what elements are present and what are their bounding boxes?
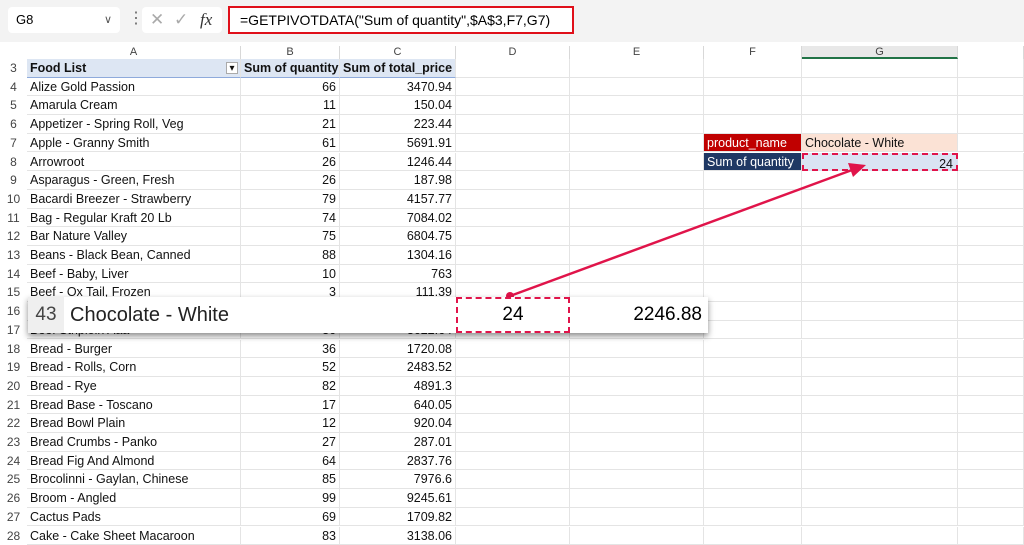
arrow-head-icon [848, 163, 866, 177]
callout-price: 2246.88 [633, 297, 702, 333]
callout-row-number: 43 [28, 297, 64, 333]
arrow-annotation [0, 0, 1024, 538]
arrow-line [510, 170, 852, 296]
zoomed-row-callout: 43 Chocolate - White 24 2246.88 [28, 297, 708, 333]
callout-quantity: 24 [456, 297, 570, 333]
callout-product-name: Chocolate - White [70, 297, 229, 333]
